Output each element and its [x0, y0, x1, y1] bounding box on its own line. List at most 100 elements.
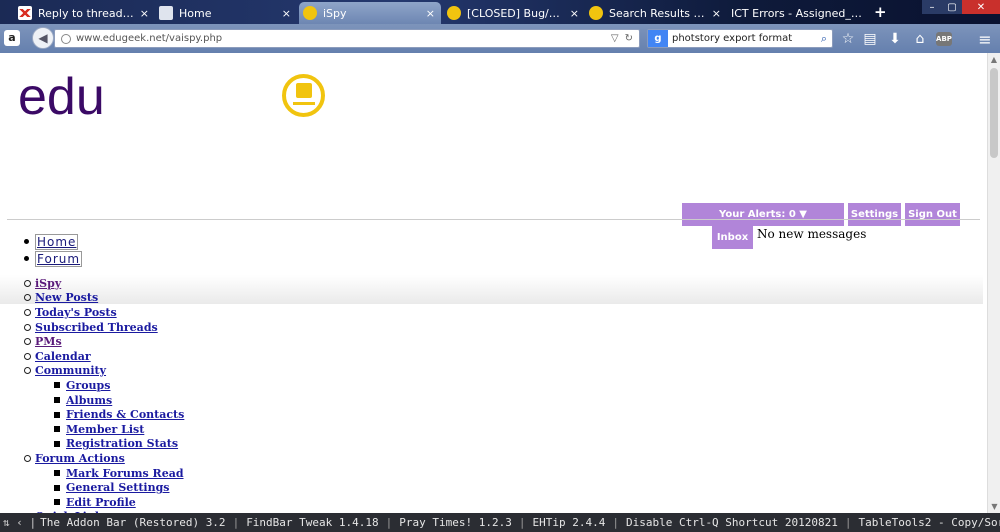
download-icon[interactable]: ⬇ [887, 31, 903, 47]
menu-item: Today's Posts [24, 305, 184, 320]
bullet-icon [24, 352, 31, 360]
addon-item[interactable]: FindBar Tweak 1.4.18 [246, 516, 378, 529]
addon-item[interactable]: Pray Times! 1.2.3 [399, 516, 512, 529]
menu-link-edit-profile[interactable]: Edit Profile [66, 496, 136, 509]
nav-home-link[interactable]: Home [35, 233, 79, 250]
google-icon[interactable]: g [648, 30, 668, 47]
url-bar[interactable]: www.edugeek.net/vaispy.php ▽ ↻ [54, 29, 640, 48]
bookmark-star-icon[interactable]: ☆ [840, 31, 856, 47]
menu-link-friends-contacts[interactable]: Friends & Contacts [66, 408, 184, 421]
tab-bar: Reply to thread '[CLOSE... × Home × iSpy… [0, 0, 1000, 24]
edugeek-logo[interactable]: edu [18, 67, 105, 127]
maximize-button[interactable]: ▢ [942, 0, 962, 14]
reload-icon[interactable]: ↻ [625, 33, 633, 44]
top-nav-item: Home [24, 233, 82, 250]
bullet-icon [54, 440, 60, 447]
menu-item: Forum Actions [24, 451, 184, 466]
menu-link-community[interactable]: Community [35, 364, 106, 377]
scroll-down-icon[interactable]: ▼ [988, 500, 1000, 513]
menu-item: Calendar [24, 349, 184, 364]
search-bar[interactable]: g photstory export format ⌕ [647, 29, 833, 48]
tab-closed-bug[interactable]: [CLOSED] Bug/Error: Ga... × [443, 2, 585, 24]
addon-item[interactable]: The Addon Bar (Restored) 3.2 [40, 516, 225, 529]
bullet-icon [24, 279, 31, 287]
edugeek-icon [589, 6, 603, 20]
nav-forum-link[interactable]: Forum [35, 250, 83, 267]
scroll-up-icon[interactable]: ▲ [988, 53, 1000, 66]
edugeek-icon [303, 6, 317, 20]
menu-item: Mark Forums Read [24, 466, 184, 481]
menu-item: Edit Profile [24, 495, 184, 510]
menu-link-mark-forums-read[interactable]: Mark Forums Read [66, 467, 184, 480]
adblock-icon[interactable]: ABP [936, 32, 952, 46]
addon-bar-nav[interactable]: ⇅ ‹ | [0, 516, 40, 529]
vertical-scrollbar[interactable]: ▲ ▼ [987, 53, 1000, 513]
menu-link-general-settings[interactable]: General Settings [66, 481, 170, 494]
bullet-icon [24, 367, 31, 375]
inbox-button[interactable]: Inbox [712, 226, 753, 249]
tab-search-results[interactable]: Search Results - EduGee... × [585, 2, 727, 24]
bookmarks-list-icon[interactable]: ▤ [862, 31, 878, 47]
tab-home[interactable]: Home × [155, 2, 297, 24]
close-icon[interactable]: × [140, 7, 149, 20]
window-close-button[interactable]: ✕ [962, 0, 1000, 14]
bullet-icon [54, 470, 60, 477]
url-text[interactable]: www.edugeek.net/vaispy.php [76, 33, 611, 44]
page-viewport: edu Your Alerts: 0 ▼ Settings Sign Out I… [0, 53, 987, 513]
search-input[interactable]: photstory export format [672, 33, 816, 44]
separator: | [232, 516, 240, 529]
bullet-icon [54, 484, 60, 491]
new-tab-button[interactable]: + [874, 3, 887, 21]
alerts-button[interactable]: Your Alerts: 0 ▼ [682, 203, 844, 226]
close-icon[interactable]: × [426, 7, 435, 20]
home-icon[interactable]: ⌂ [912, 31, 928, 47]
gmail-icon [18, 6, 32, 20]
menu-link-member-list[interactable]: Member List [66, 423, 144, 436]
navigation-toolbar: a ◀ www.edugeek.net/vaispy.php ▽ ↻ g pho… [0, 24, 1000, 53]
ispy-icon[interactable] [282, 74, 325, 117]
close-icon[interactable]: × [570, 7, 579, 20]
separator: | [385, 516, 393, 529]
menu-link-calendar[interactable]: Calendar [35, 350, 91, 363]
menu-item: Friends & Contacts [24, 407, 184, 422]
scrollbar-thumb[interactable] [990, 68, 998, 158]
menu-link-registration-stats[interactable]: Registration Stats [66, 437, 178, 450]
back-button[interactable]: ◀ [32, 27, 54, 49]
menu-link-albums[interactable]: Albums [66, 394, 112, 407]
bullet-icon [24, 294, 31, 302]
no-messages-text: No new messages [757, 227, 867, 241]
tab-ict-errors[interactable]: ICT Errors - Assigned_Active [727, 2, 869, 24]
bullet-icon [54, 411, 60, 418]
menu-link-today-s-posts[interactable]: Today's Posts [35, 306, 117, 319]
close-icon[interactable]: × [282, 7, 291, 20]
bullet-icon [24, 338, 31, 346]
menu-item: PMs [24, 334, 184, 349]
amazon-icon[interactable]: a [4, 30, 20, 46]
menu-link-new-posts[interactable]: New Posts [35, 291, 98, 304]
bullet-icon [24, 239, 29, 244]
tab-label: Home [179, 6, 212, 20]
menu-item: Member List [24, 422, 184, 437]
bullet-icon [54, 397, 60, 404]
tab-reply-thread[interactable]: Reply to thread '[CLOSE... × [14, 2, 155, 24]
menu-link-pms[interactable]: PMs [35, 335, 62, 348]
menu-link-subscribed-threads[interactable]: Subscribed Threads [35, 321, 158, 334]
settings-button[interactable]: Settings [848, 203, 901, 226]
addon-item[interactable]: EHTip 2.4.4 [532, 516, 605, 529]
sign-out-button[interactable]: Sign Out [905, 203, 960, 226]
menu-link-forum-actions[interactable]: Forum Actions [35, 452, 125, 465]
tab-ispy[interactable]: iSpy × [299, 2, 441, 24]
separator: | [612, 516, 619, 529]
addon-item[interactable]: Disable Ctrl-Q Shortcut 20120821 [626, 516, 838, 529]
separator: | [844, 516, 852, 529]
close-icon[interactable]: × [712, 7, 721, 20]
tab-label: [CLOSED] Bug/Error: Ga... [467, 6, 564, 20]
minimize-button[interactable]: – [922, 0, 942, 14]
menu-link-groups[interactable]: Groups [66, 379, 110, 392]
menu-link-ispy[interactable]: iSpy [35, 277, 61, 290]
bullet-icon [54, 382, 60, 389]
addon-item[interactable]: TableTools2 - Copy/Sort/Chart/Filter Tab… [859, 516, 1000, 529]
dropdown-icon[interactable]: ▽ [611, 33, 619, 44]
search-icon[interactable]: ⌕ [816, 32, 832, 46]
menu-icon[interactable]: ≡ [977, 30, 993, 49]
